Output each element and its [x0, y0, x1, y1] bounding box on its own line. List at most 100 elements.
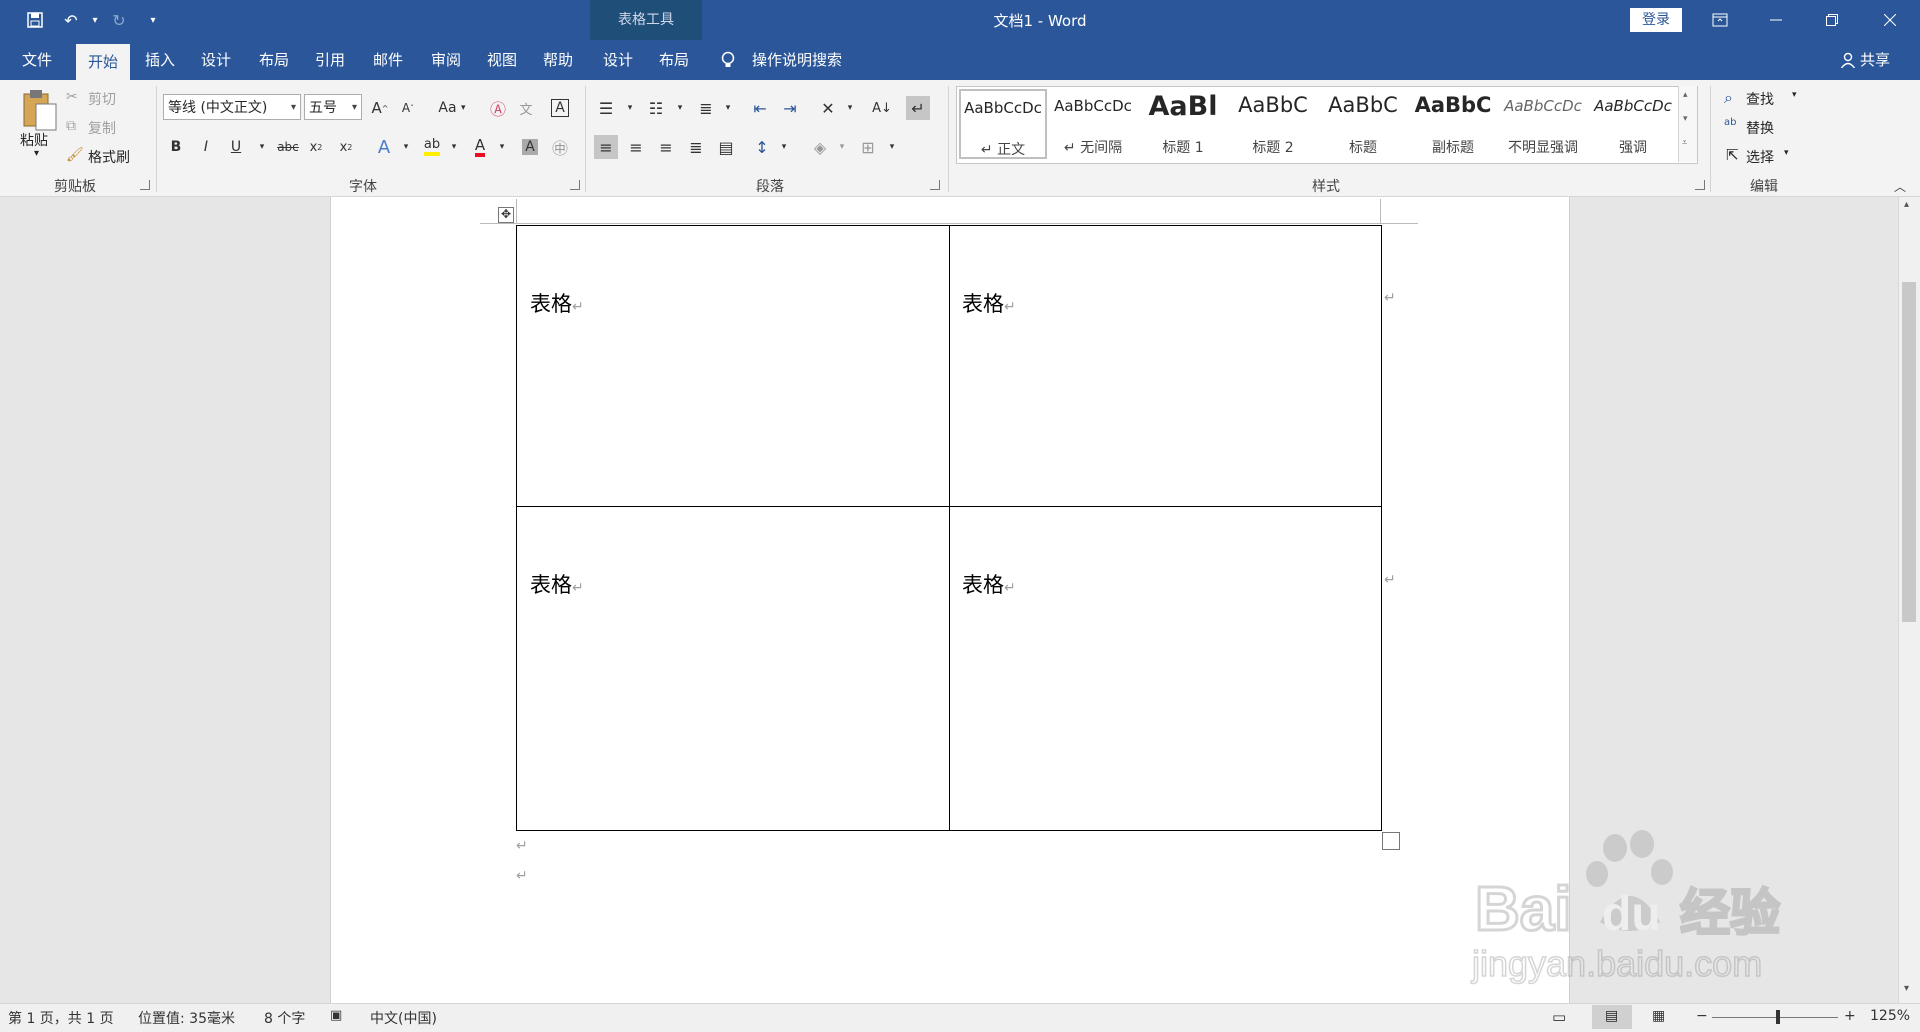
font-color-icon[interactable]: A: [468, 135, 492, 159]
borders-dropdown-icon[interactable]: ▾: [880, 135, 904, 159]
style-heading-1[interactable]: AaBl 标题 1: [1139, 89, 1227, 159]
select-cursor-icon[interactable]: ⇱: [1726, 146, 1739, 164]
undo-icon[interactable]: ↶: [58, 8, 84, 32]
cut-icon[interactable]: ✂: [66, 89, 78, 105]
line-spacing-icon[interactable]: ↕: [750, 135, 774, 159]
chinese-layout-dropdown-icon[interactable]: ▾: [838, 96, 862, 120]
tell-me-search[interactable]: 操作说明搜索: [752, 40, 842, 80]
table-cell[interactable]: [949, 506, 1382, 831]
tab-mailings[interactable]: 邮件: [364, 40, 412, 80]
replace-icon[interactable]: ab: [1724, 117, 1736, 128]
font-name-combo[interactable]: 等线 (中文正文) ▾: [163, 94, 301, 120]
print-layout-icon[interactable]: ▤: [1592, 1005, 1632, 1029]
restore-icon[interactable]: [1804, 0, 1860, 40]
read-mode-icon[interactable]: ▭: [1552, 1008, 1566, 1026]
font-color-dropdown-icon[interactable]: ▾: [490, 135, 514, 159]
highlight-dropdown-icon[interactable]: ▾: [442, 135, 466, 159]
justify-icon[interactable]: ≣: [684, 135, 708, 159]
scroll-up-icon[interactable]: ▴: [1904, 199, 1909, 210]
style-subtle-emphasis[interactable]: AaBbCcDc 不明显强调: [1499, 89, 1587, 159]
redo-icon[interactable]: ↻: [106, 8, 132, 32]
paste-icon[interactable]: [20, 88, 60, 132]
character-shading-icon[interactable]: A: [518, 135, 542, 159]
subscript-icon[interactable]: x2: [304, 135, 328, 159]
style-normal[interactable]: AaBbCcDc ↵ 正文: [959, 89, 1047, 159]
style-no-spacing[interactable]: AaBbCcDc ↵ 无间隔: [1049, 89, 1137, 159]
tab-file[interactable]: 文件: [8, 40, 66, 80]
word-count[interactable]: 8 个字: [264, 1008, 305, 1028]
phonetic-guide-icon[interactable]: 文: [514, 96, 538, 120]
center-icon[interactable]: ≡: [624, 135, 648, 159]
underline-dropdown-icon[interactable]: ▾: [250, 135, 274, 159]
italic-icon[interactable]: I: [194, 135, 218, 159]
save-icon[interactable]: [22, 8, 48, 32]
format-painter-icon[interactable]: 🖌: [66, 147, 84, 163]
proofing-icon[interactable]: ▣: [330, 1008, 342, 1023]
underline-icon[interactable]: U: [224, 135, 248, 159]
line-spacing-dropdown-icon[interactable]: ▾: [772, 135, 796, 159]
customize-quick-access-icon[interactable]: ▾: [140, 8, 166, 32]
chevron-up-icon[interactable]: ▴: [1683, 90, 1688, 100]
page-count[interactable]: 第 1 页，共 1 页: [8, 1008, 114, 1028]
distributed-icon[interactable]: ▤: [714, 135, 738, 159]
numbering-dropdown-icon[interactable]: ▾: [668, 96, 692, 120]
chevron-down-icon[interactable]: ▾: [1683, 114, 1688, 124]
cut-button[interactable]: 剪切: [88, 89, 116, 109]
table-cell[interactable]: [949, 225, 1382, 507]
select-button[interactable]: 选择: [1746, 147, 1774, 167]
language-indicator[interactable]: 中文(中国): [370, 1008, 437, 1028]
table-cell[interactable]: [516, 225, 950, 507]
login-button[interactable]: 登录: [1630, 8, 1682, 32]
tab-help[interactable]: 帮助: [534, 40, 582, 80]
search-icon[interactable]: ⌕: [1724, 88, 1733, 108]
find-button[interactable]: 查找: [1746, 89, 1774, 109]
style-subtitle[interactable]: AaBbC 副标题: [1409, 89, 1497, 159]
superscript-icon[interactable]: x2: [334, 135, 358, 159]
scrollbar-thumb[interactable]: [1902, 282, 1916, 622]
chinese-layout-icon[interactable]: ✕: [816, 96, 840, 120]
copy-button[interactable]: 复制: [88, 118, 116, 138]
table-resize-handle[interactable]: [1382, 832, 1400, 850]
web-layout-icon[interactable]: ▦: [1652, 1008, 1665, 1024]
font-launcher-icon[interactable]: [570, 180, 580, 190]
text-effects-icon[interactable]: A: [372, 135, 396, 159]
tab-design[interactable]: 设计: [192, 40, 240, 80]
highlight-icon[interactable]: ab: [420, 135, 444, 159]
zoom-out-icon[interactable]: −: [1696, 1008, 1708, 1024]
collapse-ribbon-icon[interactable]: ︿: [1894, 178, 1906, 195]
find-dropdown-icon[interactable]: ▾: [1792, 90, 1797, 100]
increase-indent-icon[interactable]: ⇥: [778, 96, 802, 120]
table-cell[interactable]: [516, 506, 950, 831]
font-size-combo[interactable]: 五号 ▾: [304, 94, 362, 120]
shading-icon[interactable]: ◈: [808, 135, 832, 159]
ribbon-display-options-icon[interactable]: [1692, 0, 1748, 40]
tab-references[interactable]: 引用: [306, 40, 354, 80]
undo-dropdown-icon[interactable]: ▾: [82, 8, 108, 32]
style-heading-2[interactable]: AaBbC 标题 2: [1229, 89, 1317, 159]
styles-launcher-icon[interactable]: [1695, 180, 1705, 190]
zoom-level[interactable]: 125%: [1870, 1008, 1910, 1024]
multilevel-list-icon[interactable]: ≣: [694, 96, 718, 120]
tab-table-design[interactable]: 设计: [594, 40, 642, 80]
align-right-icon[interactable]: ≡: [654, 135, 678, 159]
zoom-in-icon[interactable]: +: [1844, 1008, 1856, 1024]
sort-icon[interactable]: A↓: [870, 96, 894, 120]
tab-layout[interactable]: 布局: [250, 40, 298, 80]
change-case-icon[interactable]: Aa ▾: [432, 96, 472, 120]
replace-button[interactable]: 替换: [1746, 118, 1774, 138]
tab-home[interactable]: 开始: [76, 44, 130, 80]
enclose-characters-icon[interactable]: ㊥: [548, 135, 572, 159]
tab-insert[interactable]: 插入: [136, 40, 184, 80]
tab-view[interactable]: 视图: [478, 40, 526, 80]
bold-icon[interactable]: B: [164, 135, 188, 159]
select-dropdown-icon[interactable]: ▾: [1784, 148, 1789, 158]
minimize-icon[interactable]: [1748, 0, 1804, 40]
clear-formatting-icon[interactable]: Ⓐ: [486, 96, 510, 120]
text-effects-dropdown-icon[interactable]: ▾: [394, 135, 418, 159]
tab-review[interactable]: 审阅: [422, 40, 470, 80]
more-styles-icon[interactable]: ⩡: [1682, 138, 1687, 148]
multilevel-dropdown-icon[interactable]: ▾: [716, 96, 740, 120]
close-icon[interactable]: [1862, 0, 1918, 40]
zoom-slider[interactable]: [1712, 1017, 1838, 1018]
show-marks-icon[interactable]: ↵: [906, 96, 930, 120]
